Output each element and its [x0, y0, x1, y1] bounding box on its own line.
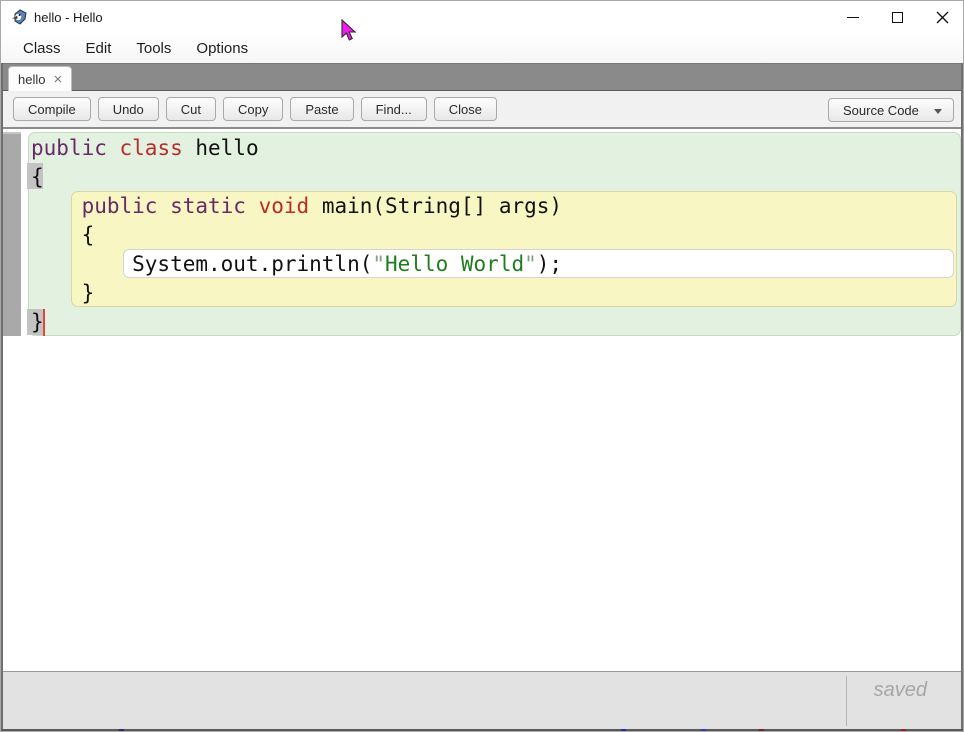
- code-token: {: [31, 223, 94, 247]
- code-line-6: }: [31, 279, 562, 308]
- code-line-7: }: [31, 308, 562, 337]
- maximize-button[interactable]: [875, 1, 920, 33]
- copy-button[interactable]: Copy: [223, 97, 283, 121]
- undo-button[interactable]: Undo: [98, 97, 159, 121]
- code-editor[interactable]: public class hello { public static void …: [1, 129, 964, 671]
- breakpoint-gutter[interactable]: [3, 132, 21, 336]
- window-border-left: [1, 63, 3, 729]
- find-button[interactable]: Find...: [361, 97, 427, 121]
- close-icon: [936, 11, 949, 24]
- code-line-2: {: [31, 163, 562, 192]
- code-line-1: public class hello: [31, 134, 562, 163]
- menu-edit[interactable]: Edit: [86, 40, 112, 57]
- tab-bar: hello ×: [1, 63, 964, 91]
- view-selector-dropdown[interactable]: Source Code: [828, 98, 954, 122]
- window-border-right: [961, 63, 963, 729]
- code-token: System.out.println(: [31, 252, 372, 276]
- compile-button[interactable]: Compile: [13, 97, 91, 121]
- code-token: [157, 194, 170, 218]
- view-selector-value: Source Code: [843, 103, 919, 118]
- chevron-down-icon: [934, 109, 942, 114]
- code-token: [31, 194, 82, 218]
- code-token: [246, 194, 259, 218]
- minimize-button[interactable]: [830, 1, 875, 33]
- minimize-icon: [847, 17, 859, 18]
- code-token: main(String[] args): [309, 194, 562, 218]
- code-token: Hello World: [385, 252, 524, 276]
- menu-class[interactable]: Class: [23, 40, 61, 57]
- window-controls: [830, 1, 964, 33]
- close-editor-button[interactable]: Close: [434, 97, 497, 121]
- status-bar: saved: [1, 671, 964, 729]
- menu-options[interactable]: Options: [196, 40, 248, 57]
- code-text: public class hello { public static void …: [31, 134, 562, 337]
- tab-close-icon[interactable]: ×: [53, 72, 62, 87]
- code-line-5: System.out.println("Hello World");: [31, 250, 562, 279]
- cut-button[interactable]: Cut: [166, 97, 216, 121]
- tab-label: hello: [18, 72, 45, 87]
- code-token: hello: [183, 136, 259, 160]
- code-token: ": [372, 252, 385, 276]
- code-token: {: [31, 165, 44, 189]
- maximize-icon: [892, 12, 903, 23]
- mouse-cursor-icon: [341, 19, 357, 42]
- code-token: class: [120, 136, 183, 160]
- bluej-app-icon: [11, 9, 28, 26]
- title-bar: hello - Hello: [1, 1, 964, 33]
- paste-button[interactable]: Paste: [290, 97, 353, 121]
- code-token: void: [259, 194, 310, 218]
- code-line-4: {: [31, 221, 562, 250]
- code-token: ": [524, 252, 537, 276]
- menu-tools[interactable]: Tools: [136, 40, 171, 57]
- window-title: hello - Hello: [34, 10, 103, 25]
- menu-bar: Class Edit Tools Options: [1, 33, 964, 63]
- toolbar: Compile Undo Cut Copy Paste Find... Clos…: [1, 91, 964, 129]
- status-divider: [846, 676, 847, 726]
- code-token: }: [31, 310, 44, 334]
- save-status-label: saved: [874, 679, 927, 702]
- code-token: [107, 136, 120, 160]
- code-line-3: public static void main(String[] args): [31, 192, 562, 221]
- code-token: public: [31, 136, 107, 160]
- close-button[interactable]: [920, 1, 964, 33]
- tab-hello[interactable]: hello ×: [8, 66, 72, 91]
- code-token: static: [170, 194, 246, 218]
- code-token: );: [537, 252, 562, 276]
- code-token: }: [31, 281, 94, 305]
- code-token: public: [82, 194, 158, 218]
- bluej-editor-window: hello - Hello Class Edit Tools Options h…: [0, 0, 964, 732]
